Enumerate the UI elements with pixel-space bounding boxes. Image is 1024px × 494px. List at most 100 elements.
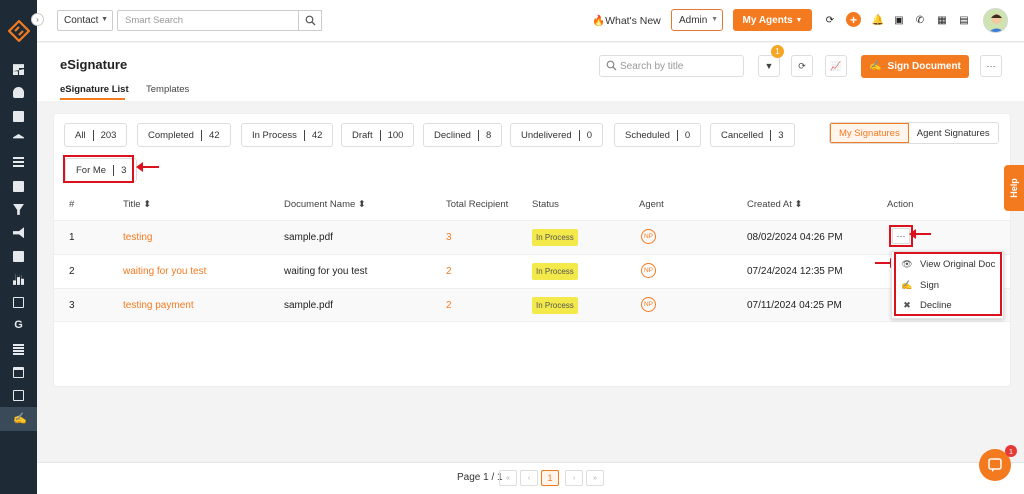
chip-count: 100	[387, 129, 404, 141]
chip-count: 42	[208, 129, 220, 141]
column-header-status: Status	[532, 199, 559, 210]
annotation-arrow	[875, 258, 897, 268]
sidebar-item-campaigns[interactable]	[0, 221, 37, 244]
sidebar-toggle-button[interactable]: ›	[31, 13, 44, 26]
chart-icon: 📈	[830, 60, 842, 71]
sidebar-item-folders[interactable]	[0, 291, 37, 314]
sidebar-item-google[interactable]: G	[0, 314, 37, 337]
sidebar-item-reports[interactable]	[0, 268, 37, 291]
bank-icon	[13, 134, 24, 139]
sidebar-item-dashboard[interactable]	[0, 58, 37, 81]
filter-chip-declined[interactable]: Declined 8	[423, 123, 503, 147]
notification-icon[interactable]: ▣	[892, 13, 906, 27]
sign-document-button[interactable]: ✍ Sign Document	[861, 55, 969, 78]
contact-select[interactable]: Contact ▼	[57, 10, 113, 31]
filter-chip-scheduled[interactable]: Scheduled 0	[614, 123, 702, 147]
search-by-title-placeholder: Search by title	[620, 60, 684, 72]
my-agents-button[interactable]: My Agents ▼	[733, 9, 812, 31]
column-header-title[interactable]: Title ⬍	[123, 199, 151, 210]
column-header-document-name[interactable]: Document Name ⬍	[284, 199, 366, 210]
add-button[interactable]: +	[846, 12, 861, 27]
filter-chip-in-process[interactable]: In Process 42	[241, 123, 334, 147]
smart-search-input[interactable]: Smart Search	[117, 10, 322, 31]
active-tab-indicator	[60, 98, 125, 100]
chip-label: Draft	[352, 129, 373, 141]
help-tab[interactable]: Help	[1004, 165, 1024, 211]
next-page-button[interactable]: ›	[565, 470, 583, 486]
bell-icon[interactable]: 🔔	[871, 13, 885, 27]
chip-count: 0	[586, 129, 592, 141]
search-by-title-input[interactable]: Search by title	[599, 55, 744, 77]
filter-badge: 1	[771, 45, 784, 58]
admin-select[interactable]: Admin ▼	[671, 9, 723, 31]
pagination: Page 1 / 1 « ‹ 1 › »	[37, 462, 1024, 494]
sidebar-item-profile[interactable]	[0, 174, 37, 197]
tab-esignature-list[interactable]: eSignature List	[60, 84, 129, 95]
filter-chip-draft[interactable]: Draft 100	[341, 123, 415, 147]
row-number: 3	[69, 300, 75, 311]
row-title-link[interactable]: testing payment	[123, 300, 194, 311]
help-label: Help	[1008, 178, 1019, 198]
current-page-button[interactable]: 1	[541, 470, 559, 486]
sidebar-item-contacts[interactable]	[0, 81, 37, 104]
column-header-created-at[interactable]: Created At ⬍	[747, 199, 803, 210]
sidebar-item-esignature[interactable]: ✍	[0, 407, 37, 431]
refresh-button[interactable]: ⟳	[791, 55, 813, 77]
filter-button[interactable]: ▼	[758, 55, 780, 77]
agent-signatures-toggle[interactable]: Agent Signatures	[908, 123, 998, 143]
sidebar-item-documents[interactable]	[0, 105, 37, 128]
phone-icon[interactable]: ✆	[913, 13, 927, 27]
sidebar-item-email[interactable]	[0, 384, 37, 407]
row-created-at: 08/02/2024 04:26 PM	[747, 232, 843, 243]
document-icon	[13, 250, 24, 262]
chip-label: Completed	[148, 129, 194, 141]
whats-new-link[interactable]: 🔥What's New	[592, 14, 661, 27]
sort-icon: ⬍	[357, 199, 366, 210]
sidebar-item-table[interactable]	[0, 338, 37, 361]
calculator-icon[interactable]: ▤	[957, 13, 971, 27]
row-title-link[interactable]: testing	[123, 232, 152, 243]
chip-icon[interactable]: ▦	[935, 13, 949, 27]
sidebar-item-calendar[interactable]	[0, 361, 37, 384]
search-button[interactable]	[298, 10, 322, 31]
filter-chip-all[interactable]: All 203	[64, 123, 128, 147]
avatar[interactable]	[983, 8, 1008, 33]
filter-chip-undelivered[interactable]: Undelivered 0	[510, 123, 603, 147]
sidebar-item-bank[interactable]	[0, 128, 37, 151]
chevron-right-icon: ›	[36, 15, 39, 24]
status-badge: In Process	[532, 229, 578, 246]
chevron-down-icon: ▼	[101, 16, 108, 23]
prev-page-button[interactable]: ‹	[520, 470, 538, 486]
column-header-action: Action	[887, 199, 914, 210]
first-page-button[interactable]: «	[499, 470, 517, 486]
sidebar-item-list[interactable]	[0, 151, 37, 174]
annotation-highlight-box	[894, 252, 1002, 316]
my-signatures-toggle[interactable]: My Signatures	[830, 123, 909, 143]
tab-templates[interactable]: Templates	[146, 84, 189, 95]
refresh-icon: ⟳	[798, 60, 806, 71]
row-created-at: 07/24/2024 12:35 PM	[747, 266, 843, 277]
more-options-button[interactable]: ···	[980, 55, 1002, 77]
agent-avatar: NP	[641, 229, 656, 244]
column-header-label: Created At	[747, 199, 792, 210]
status-badge: In Process	[532, 297, 578, 314]
app-logo-icon[interactable]	[8, 20, 30, 42]
filter-chip-completed[interactable]: Completed 42	[137, 123, 231, 147]
chip-count: 0	[684, 129, 691, 141]
refresh-icon[interactable]: ⟳	[823, 13, 837, 27]
chat-icon	[988, 458, 1002, 472]
sidebar-item-funnel[interactable]	[0, 198, 37, 221]
chart-button[interactable]: 📈	[825, 55, 847, 77]
annotation-arrow	[909, 229, 931, 239]
chip-label: All	[75, 129, 86, 141]
column-header-label: Document Name	[284, 199, 356, 210]
sidebar-item-notes[interactable]	[0, 244, 37, 267]
row-recipient-count[interactable]: 2	[446, 266, 452, 277]
plus-icon: +	[849, 12, 857, 27]
annotation-arrow	[136, 162, 159, 172]
last-page-button[interactable]: »	[586, 470, 604, 486]
row-recipient-count[interactable]: 3	[446, 232, 452, 243]
row-title-link[interactable]: waiting for you test	[123, 266, 206, 277]
row-recipient-count[interactable]: 2	[446, 300, 452, 311]
filter-chip-cancelled[interactable]: Cancelled 3	[710, 123, 795, 147]
